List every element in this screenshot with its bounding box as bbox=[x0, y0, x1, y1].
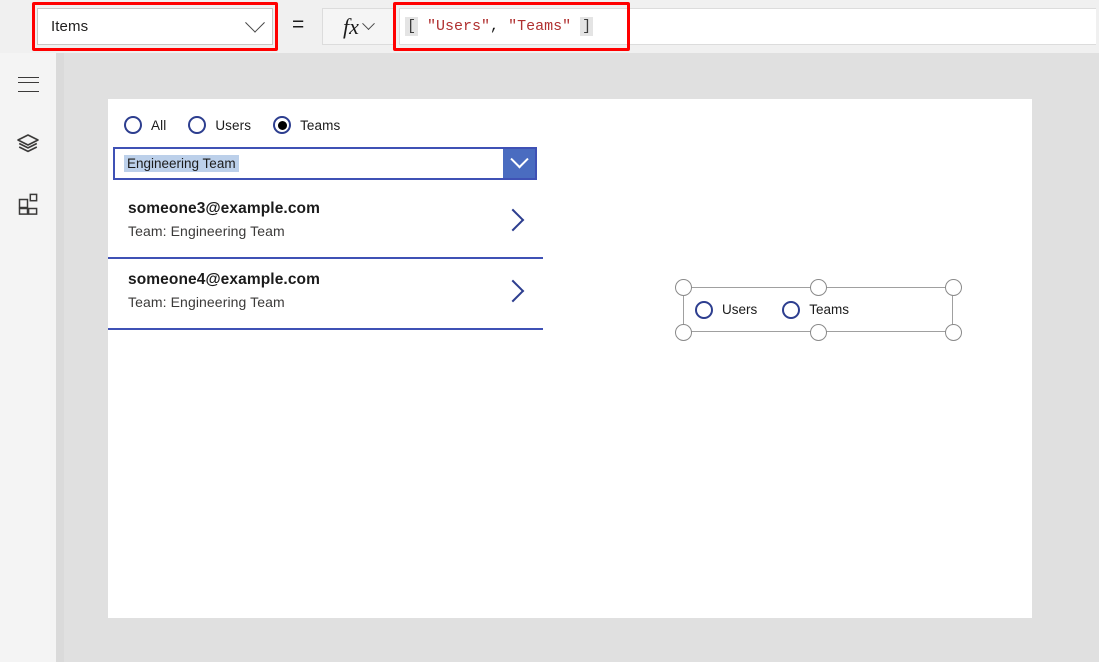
radio-option-teams[interactable]: Teams bbox=[273, 116, 340, 134]
formula-string-teams: "Teams" bbox=[508, 18, 572, 35]
radio-label-teams: Teams bbox=[809, 302, 850, 317]
resize-handle-bottom-middle[interactable] bbox=[809, 323, 827, 341]
property-dropdown[interactable]: Items bbox=[37, 8, 273, 45]
rail-item-hamburger-menu[interactable] bbox=[0, 62, 56, 106]
team-dropdown-toggle-button[interactable] bbox=[503, 149, 535, 178]
radio-option-users[interactable]: Users bbox=[695, 300, 758, 319]
radio-circle-icon bbox=[782, 300, 801, 319]
formula-close-bracket: ] bbox=[580, 17, 594, 36]
list-item-subtitle: Team: Engineering Team bbox=[128, 223, 285, 239]
radio-circle-icon bbox=[695, 300, 713, 319]
radio-label-all: All bbox=[151, 117, 167, 133]
app-radio-group[interactable]: All Users Teams bbox=[124, 112, 362, 138]
radio-option-users[interactable]: Users bbox=[188, 116, 251, 134]
formula-bar: Items = fx [ "Users", "Teams" ] bbox=[0, 0, 1099, 53]
resize-handle-bottom-left[interactable] bbox=[674, 323, 692, 341]
team-dropdown[interactable]: Engineering Team bbox=[113, 147, 537, 180]
team-dropdown-value: Engineering Team bbox=[124, 155, 239, 172]
resize-handle-top-middle[interactable] bbox=[809, 278, 827, 296]
formula-string-users: "Users" bbox=[427, 18, 491, 35]
list-item-subtitle: Team: Engineering Team bbox=[128, 294, 285, 310]
chevron-right-icon[interactable] bbox=[501, 208, 525, 232]
radio-label-users: Users bbox=[722, 302, 758, 317]
formula-input[interactable]: [ "Users", "Teams" ] bbox=[399, 8, 1096, 45]
chevron-down-icon bbox=[245, 12, 265, 33]
radio-circle-selected-icon bbox=[273, 116, 292, 134]
list-item[interactable]: someone4@example.com Team: Engineering T… bbox=[108, 259, 543, 330]
radio-option-all[interactable]: All bbox=[124, 116, 166, 134]
rail-item-insert[interactable] bbox=[0, 182, 56, 226]
list-item[interactable]: someone3@example.com Team: Engineering T… bbox=[108, 188, 543, 259]
radio-circle-icon bbox=[124, 116, 142, 134]
resize-handle-top-right[interactable] bbox=[944, 278, 962, 296]
gallery-list: someone3@example.com Team: Engineering T… bbox=[108, 188, 543, 330]
chevron-down-icon bbox=[362, 17, 375, 31]
rail-item-tree-view[interactable] bbox=[0, 122, 56, 166]
resize-handle-top-left[interactable] bbox=[674, 278, 692, 296]
formula-comma: , bbox=[490, 18, 500, 35]
formula-space-2 bbox=[499, 18, 508, 35]
layers-icon bbox=[17, 134, 39, 153]
radio-label-teams: Teams bbox=[300, 117, 341, 133]
resize-handle-bottom-right[interactable] bbox=[944, 323, 962, 341]
equals-sign: = bbox=[292, 13, 305, 36]
radio-option-teams[interactable]: Teams bbox=[782, 300, 850, 319]
hamburger-icon bbox=[17, 76, 39, 92]
fx-label: fx bbox=[343, 13, 359, 39]
selected-radio-options: Users Teams bbox=[695, 287, 874, 332]
formula-space-1 bbox=[418, 18, 427, 35]
chevron-down-icon bbox=[509, 150, 529, 169]
list-item-title: someone3@example.com bbox=[128, 200, 320, 217]
fx-button[interactable]: fx bbox=[322, 8, 394, 45]
grid-insert-icon bbox=[18, 193, 38, 215]
radio-label-users: Users bbox=[215, 117, 252, 133]
formula-open-bracket: [ bbox=[405, 17, 419, 36]
chevron-right-icon[interactable] bbox=[501, 279, 525, 303]
left-rail bbox=[0, 53, 56, 662]
property-dropdown-value: Items bbox=[51, 18, 89, 35]
formula-space-3 bbox=[571, 18, 580, 35]
workspace-left-edge bbox=[56, 53, 64, 662]
app-canvas: All Users Teams Engineering Team someone… bbox=[108, 99, 1032, 618]
radio-circle-icon bbox=[188, 116, 207, 134]
selected-radio-control[interactable]: Users Teams bbox=[674, 278, 962, 341]
list-item-title: someone4@example.com bbox=[128, 271, 320, 288]
